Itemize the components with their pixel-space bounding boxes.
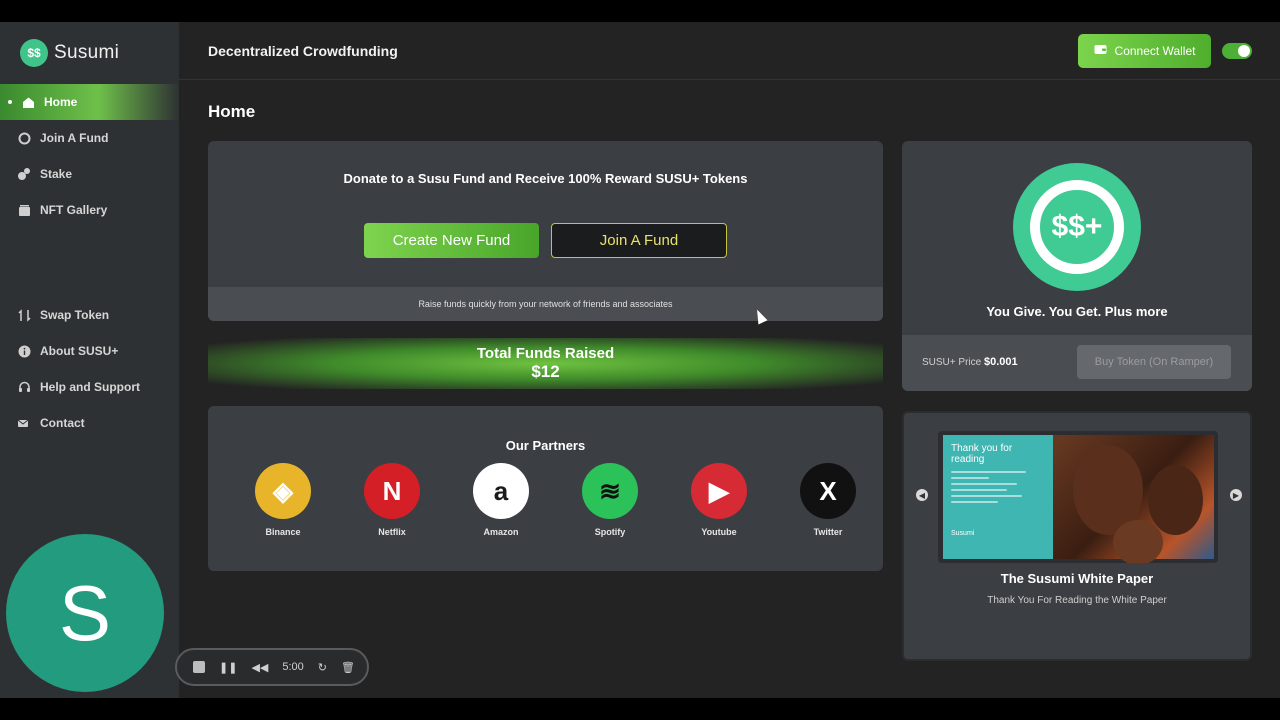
thumbnail-brand: Susumi bbox=[951, 530, 975, 537]
sidebar-item-label: About SUSU+ bbox=[40, 344, 119, 358]
sidebar-nav-primary: Home Join A Fund Stake NFT Gallery bbox=[0, 84, 179, 228]
partners-title: Our Partners bbox=[505, 438, 586, 453]
sidebar: $$ Susumi Home Join A Fund Stake NFT Gal… bbox=[0, 22, 179, 698]
partner-name: Amazon bbox=[483, 527, 519, 537]
white-paper-title: The Susumi White Paper bbox=[1000, 571, 1154, 586]
white-paper-subtitle: Thank You For Reading the White Paper bbox=[987, 595, 1167, 606]
sidebar-item-stake[interactable]: Stake bbox=[0, 156, 179, 192]
thumbnail-text-lines bbox=[951, 471, 1045, 503]
screen-recorder-toolbar: ❚❚ ◀◀ 5:00 ↻ 🗑 bbox=[175, 648, 369, 686]
active-dot bbox=[8, 100, 12, 104]
pause-icon[interactable]: ❚❚ bbox=[219, 661, 237, 674]
thumbnail-text-panel: Thank you for reading Susumi bbox=[943, 435, 1053, 559]
connect-wallet-label: Connect Wallet bbox=[1114, 44, 1196, 58]
theme-toggle[interactable] bbox=[1222, 43, 1252, 59]
sidebar-item-label: Swap Token bbox=[40, 308, 110, 322]
thumbnail-title: Thank you for reading bbox=[951, 443, 1013, 465]
carousel-next-icon[interactable]: ▶ bbox=[1230, 489, 1242, 501]
sidebar-item-label: Stake bbox=[40, 167, 73, 181]
headset-icon bbox=[16, 379, 32, 395]
spotify-logo-icon: ≋ bbox=[582, 463, 638, 519]
white-paper-card: ◀ Thank you for reading Susumi ▶ The Sus… bbox=[902, 411, 1252, 661]
sidebar-item-help[interactable]: Help and Support bbox=[0, 369, 179, 405]
donate-card: Donate to a Susu Fund and Receive 100% R… bbox=[208, 141, 883, 321]
partner-twitter[interactable]: X Twitter bbox=[788, 463, 868, 537]
total-funds-banner: Total Funds Raised $12 bbox=[208, 338, 883, 389]
amazon-logo-icon: a bbox=[473, 463, 529, 519]
price-label: SUSU+ Price bbox=[922, 357, 982, 368]
photo-figure bbox=[1148, 465, 1203, 535]
contact-icon bbox=[16, 415, 32, 431]
partner-name: Spotify bbox=[594, 527, 626, 537]
susu-token-logo-icon: $$+ bbox=[1013, 163, 1141, 291]
white-paper-thumbnail[interactable]: Thank you for reading Susumi bbox=[938, 431, 1218, 563]
total-funds-value: $12 bbox=[531, 362, 560, 381]
partner-name: Binance bbox=[265, 527, 301, 537]
thumbnail-photo bbox=[1053, 435, 1214, 563]
header-title: Decentralized Crowdfunding bbox=[208, 43, 398, 59]
connect-wallet-button[interactable]: Connect Wallet bbox=[1078, 34, 1211, 68]
sidebar-item-label: NFT Gallery bbox=[40, 203, 108, 217]
sidebar-nav-secondary: Swap Token About SUSU+ Help and Support … bbox=[0, 297, 179, 441]
fund-icon bbox=[16, 130, 32, 146]
netflix-logo-icon: N bbox=[364, 463, 420, 519]
price-row: SUSU+ Price $0.001 bbox=[922, 356, 1018, 368]
photo-figure bbox=[1113, 520, 1163, 563]
page-title: Home bbox=[208, 102, 256, 121]
partner-youtube[interactable]: ▶ Youtube bbox=[679, 463, 759, 537]
buy-token-button[interactable]: Buy Token (On Ramper) bbox=[1077, 345, 1231, 379]
token-footer: SUSU+ Price $0.001 Buy Token (On Ramper) bbox=[902, 335, 1252, 391]
stake-icon bbox=[16, 166, 32, 182]
sidebar-item-nft-gallery[interactable]: NFT Gallery bbox=[0, 192, 179, 228]
token-logo-glyph: $$+ bbox=[1030, 180, 1124, 274]
create-new-fund-button[interactable]: Create New Fund bbox=[364, 223, 539, 258]
home-icon bbox=[20, 94, 36, 110]
sidebar-item-join-a-fund[interactable]: Join A Fund bbox=[0, 120, 179, 156]
partner-spotify[interactable]: ≋ Spotify bbox=[570, 463, 650, 537]
logo-text: Susumi bbox=[54, 42, 120, 63]
token-tagline: You Give. You Get. Plus more bbox=[986, 304, 1168, 319]
donate-footer-text: Raise funds quickly from your network of… bbox=[208, 287, 883, 321]
recording-time: 5:00 bbox=[282, 661, 304, 673]
total-funds-label: Total Funds Raised bbox=[476, 345, 615, 362]
sidebar-item-swap-token[interactable]: Swap Token bbox=[0, 297, 179, 333]
partner-name: Twitter bbox=[813, 527, 843, 537]
wallet-icon bbox=[1094, 44, 1107, 58]
sidebar-item-home[interactable]: Home bbox=[0, 84, 179, 120]
rewind-icon[interactable]: ◀◀ bbox=[251, 661, 268, 674]
info-icon bbox=[16, 343, 32, 359]
swap-icon bbox=[16, 307, 32, 323]
trash-icon[interactable]: 🗑 bbox=[341, 661, 355, 674]
restart-icon[interactable]: ↻ bbox=[318, 661, 327, 674]
partner-binance[interactable]: ◈ Binance bbox=[243, 463, 323, 537]
price-value: $0.001 bbox=[983, 356, 1018, 368]
top-header: Decentralized Crowdfunding Connect Walle… bbox=[179, 22, 1280, 80]
twitter-logo-icon: X bbox=[800, 463, 856, 519]
partner-amazon[interactable]: a Amazon bbox=[461, 463, 541, 537]
join-a-fund-button[interactable]: Join A Fund bbox=[551, 223, 727, 258]
stop-icon[interactable] bbox=[193, 661, 205, 673]
sidebar-item-label: Join A Fund bbox=[40, 131, 109, 145]
app-frame: $$ Susumi Home Join A Fund Stake NFT Gal… bbox=[0, 22, 1280, 698]
binance-logo-icon: ◈ bbox=[255, 463, 311, 519]
sidebar-item-label: Help and Support bbox=[40, 380, 140, 394]
avatar[interactable]: S bbox=[6, 534, 164, 692]
sidebar-item-label: Home bbox=[44, 95, 78, 109]
token-card: $$+ You Give. You Get. Plus more SUSU+ P… bbox=[902, 141, 1252, 391]
logo[interactable]: $$ Susumi bbox=[20, 39, 119, 67]
partner-netflix[interactable]: N Netflix bbox=[352, 463, 432, 537]
partner-name: Youtube bbox=[701, 527, 737, 537]
sidebar-item-about[interactable]: About SUSU+ bbox=[0, 333, 179, 369]
sidebar-item-label: Contact bbox=[40, 416, 85, 430]
partners-card: Our Partners ◈ Binance N Netflix a Amazon ≋ Spo… bbox=[208, 406, 883, 571]
gallery-icon bbox=[16, 202, 32, 218]
susumi-logo-icon: $$ bbox=[20, 39, 48, 67]
donate-heading: Donate to a Susu Fund and Receive 100% R… bbox=[343, 171, 748, 186]
toggle-knob bbox=[1238, 45, 1250, 57]
partner-name: Netflix bbox=[378, 527, 406, 537]
carousel-prev-icon[interactable]: ◀ bbox=[916, 489, 928, 501]
sidebar-item-contact[interactable]: Contact bbox=[0, 405, 179, 441]
youtube-logo-icon: ▶ bbox=[691, 463, 747, 519]
